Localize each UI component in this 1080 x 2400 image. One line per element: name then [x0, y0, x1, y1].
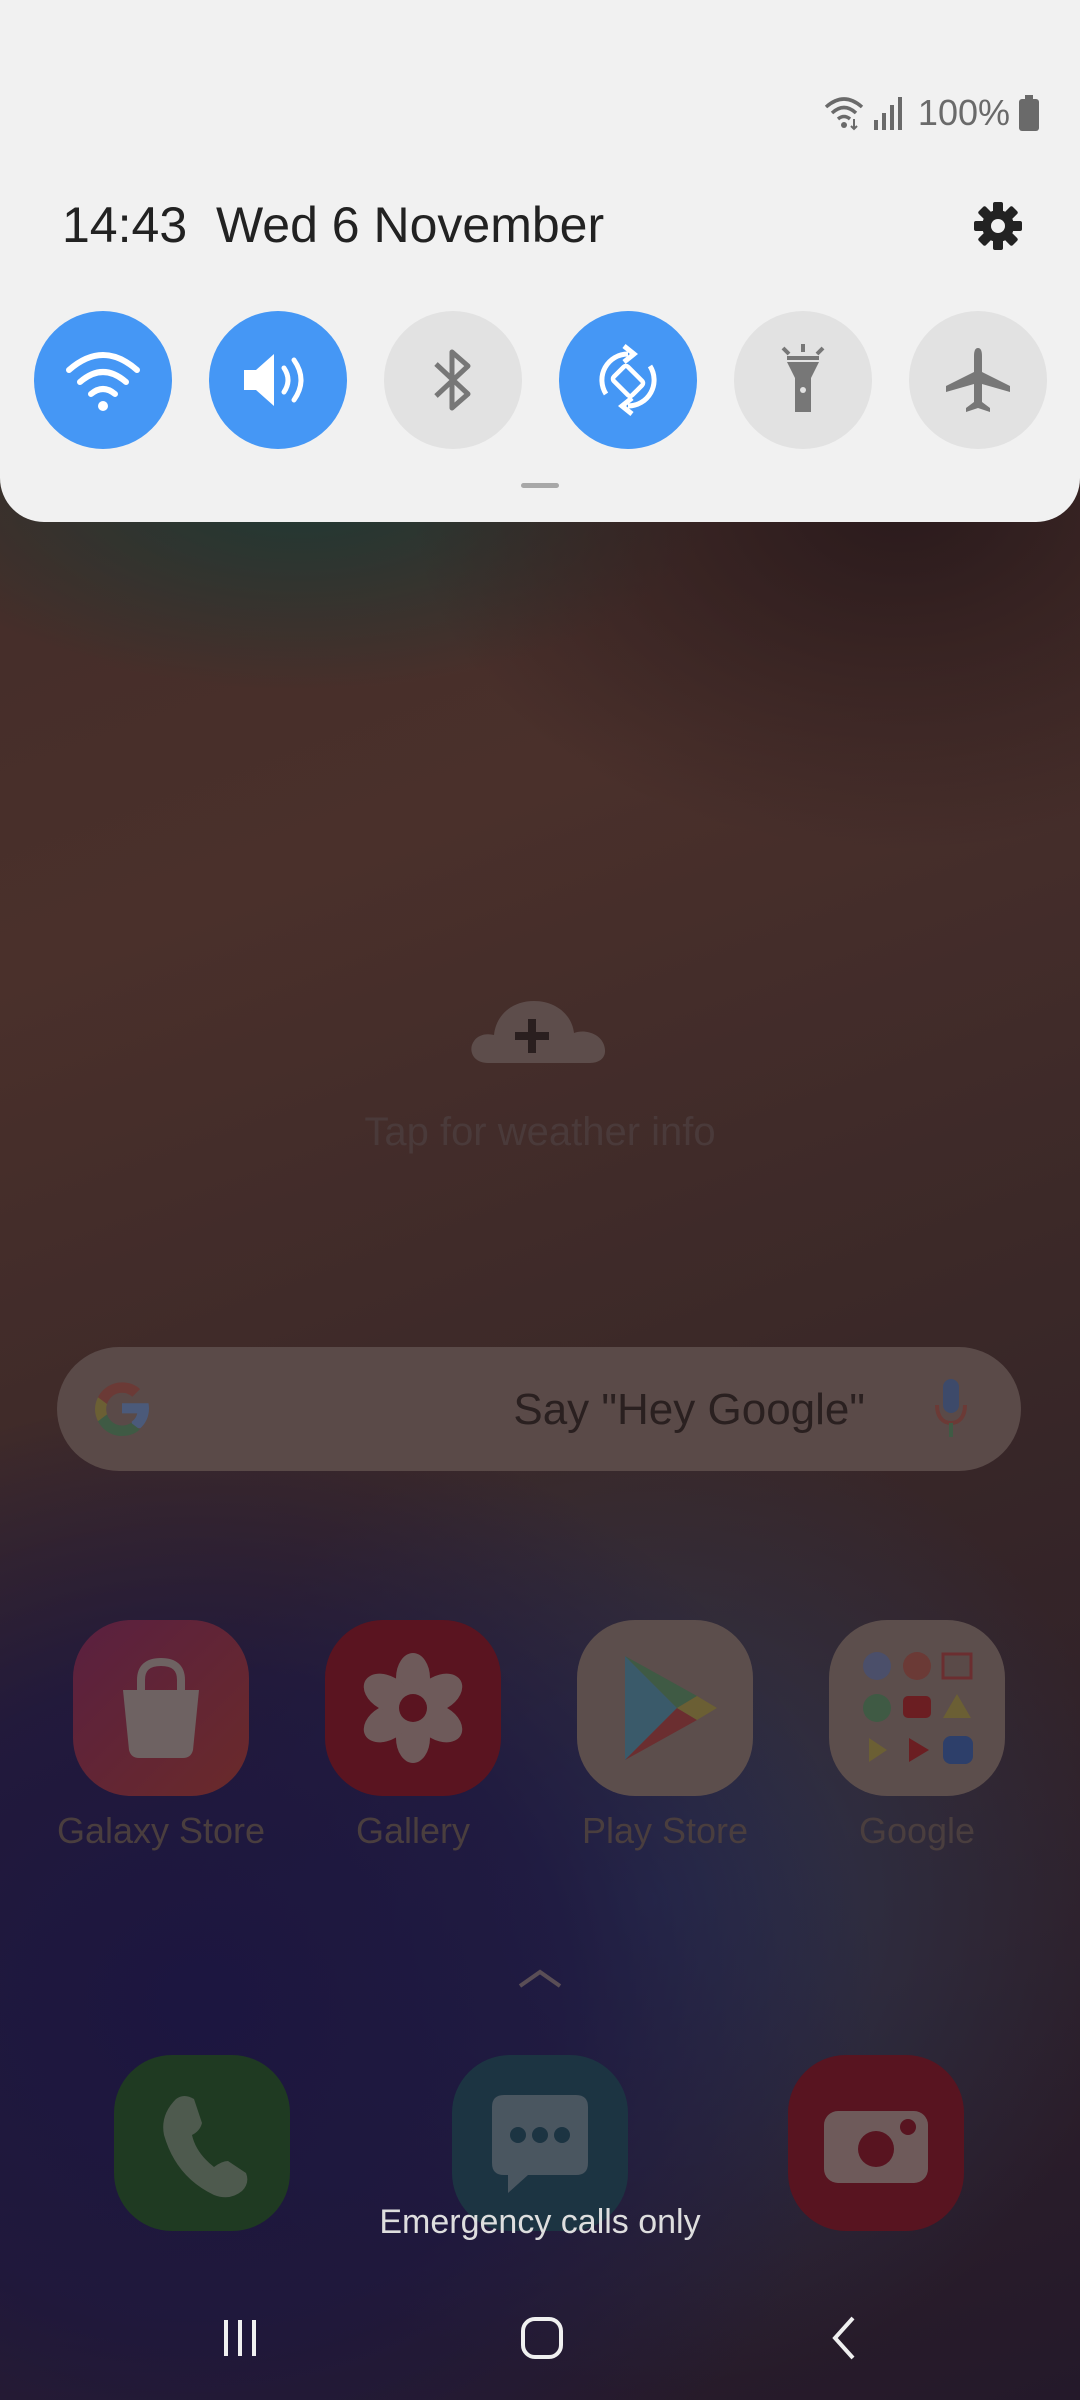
- app-label: Play Store: [581, 1810, 749, 1851]
- signal-icon: [873, 97, 902, 130]
- quick-settings-panel[interactable]: 100% 14:43 Wed 6 November: [0, 0, 1080, 522]
- battery-icon: [1019, 95, 1039, 131]
- tile-airplane-mode[interactable]: [909, 311, 1047, 449]
- gear-icon[interactable]: [970, 198, 1026, 254]
- quick-settings-tiles: [34, 311, 1047, 449]
- battery-percent: 100%: [917, 92, 1010, 133]
- tile-wifi[interactable]: [34, 311, 172, 449]
- rotate-icon: [599, 344, 657, 416]
- status-icons: 100%: [824, 90, 1040, 136]
- app-label: Galaxy Store: [56, 1810, 266, 1851]
- app-play-store[interactable]: Play Store: [575, 1620, 755, 1852]
- weather-cloud-add-icon[interactable]: [468, 985, 612, 1065]
- tile-flashlight[interactable]: [734, 311, 872, 449]
- tile-sound[interactable]: [209, 311, 347, 449]
- bluetooth-icon: [434, 349, 471, 411]
- airplane-icon: [946, 348, 1010, 412]
- tile-auto-rotate[interactable]: [559, 311, 697, 449]
- recents-icon: [224, 2320, 256, 2356]
- home-icon: [521, 2317, 563, 2359]
- volume-icon: [244, 354, 304, 406]
- app-label: Google: [858, 1810, 976, 1851]
- home-button[interactable]: [502, 2310, 582, 2366]
- clock-time[interactable]: 14:43: [62, 196, 187, 254]
- microphone-icon[interactable]: [933, 1379, 969, 1439]
- app-label: Gallery: [355, 1810, 471, 1851]
- app-gallery[interactable]: Gallery: [323, 1620, 503, 1852]
- google-g-icon: [95, 1382, 149, 1436]
- google-search-bar[interactable]: Say "Hey Google": [57, 1347, 1021, 1471]
- wifi-icon: [66, 352, 140, 411]
- app-google-folder[interactable]: Google: [827, 1620, 1007, 1852]
- panel-drag-handle[interactable]: [521, 483, 559, 488]
- date-text[interactable]: Wed 6 November: [216, 196, 604, 254]
- back-icon: [832, 2316, 855, 2360]
- app-galaxy-store[interactable]: Galaxy Store: [57, 1620, 265, 1852]
- app-drawer-chevron-icon[interactable]: [516, 1968, 564, 1990]
- recents-button[interactable]: [200, 2310, 280, 2366]
- tile-bluetooth[interactable]: [384, 311, 522, 449]
- google-folder-icon: [829, 1620, 1005, 1796]
- emergency-calls-text: Emergency calls only: [379, 2203, 701, 2241]
- search-placeholder: Say "Hey Google": [513, 1385, 865, 1434]
- weather-prompt[interactable]: Tap for weather info: [0, 1110, 1080, 1155]
- play-store-icon: [577, 1620, 753, 1796]
- galaxy-store-icon: [73, 1620, 249, 1796]
- flashlight-icon: [781, 344, 825, 412]
- back-button[interactable]: [804, 2310, 884, 2366]
- wifi-icon: [824, 97, 864, 131]
- gallery-flower-icon: [325, 1620, 501, 1796]
